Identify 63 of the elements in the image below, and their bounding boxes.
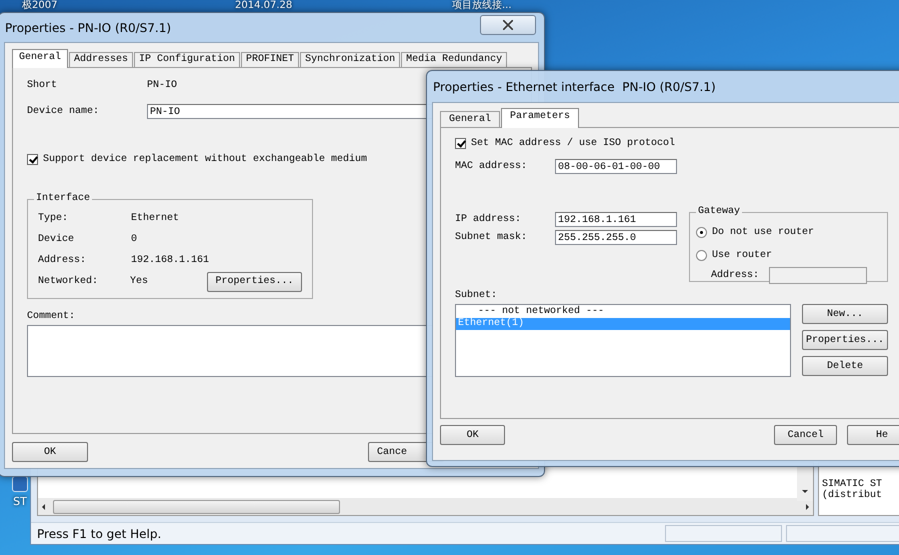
field-label: Comment: [27,311,76,322]
status-text: Press F1 to get Help. [37,526,162,541]
tab[interactable]: Media Redundancy [401,52,508,67]
checkbox[interactable] [27,154,38,165]
field-value: Yes [130,276,149,287]
catalog-text: SIMATIC ST [822,479,884,490]
checkbox-label[interactable]: Support device replacement without exchangeable medium [43,154,368,165]
scroll-left-icon[interactable] [42,504,45,510]
field-label: Address: [711,270,760,281]
desktop-label[interactable]: 极2007 [22,0,58,11]
help-button[interactable]: He [846,425,899,445]
desktop-label[interactable]: 项目放线接... [452,0,512,11]
ok-button[interactable]: OK [12,442,88,462]
input-field[interactable]: 192.168.1.161 [555,212,677,227]
input-field[interactable]: 255.255.255.0 [555,230,677,245]
ok-button[interactable]: OK [440,425,506,445]
field-label: Address: [38,255,88,266]
input-field[interactable]: 08-00-06-01-00-00 [555,159,677,174]
new-button[interactable]: New... [802,304,888,324]
close-icon [503,20,513,30]
field-label: Subnet mask: [455,232,528,243]
properties-button[interactable]: Properties... [207,272,302,292]
cancel-button[interactable]: Cancel [774,425,837,445]
radio-button[interactable] [696,227,707,238]
catalog-text: (distribut [822,490,884,502]
list-item[interactable]: --- not networked --- [456,306,790,318]
tab[interactable]: Synchronization [300,52,400,67]
properties-button[interactable]: Properties... [802,330,888,350]
field-label: Networked: [38,276,100,287]
scroll-down-icon[interactable] [802,490,808,493]
tab[interactable]: General [440,111,500,127]
tab[interactable]: PROFINET [241,52,300,67]
window-title: Properties - Ethernet interface PN-IO (R0/S7.1) [433,80,716,94]
field-value: 192.168.1.161 [131,255,209,266]
scroll-thumb[interactable] [53,500,340,514]
window-title: Properties - PN-IO (R0/S7.1) [5,20,172,34]
tab[interactable]: Addresses [69,52,134,67]
field-value: 0 [131,234,138,245]
horizontal-scrollbar[interactable] [38,498,813,516]
field-value: Ethernet [131,213,180,224]
shortcut-icon[interactable] [12,476,28,492]
checkbox[interactable] [455,138,466,149]
tab[interactable]: Parameters [501,108,580,128]
field-label: Type: [38,213,70,224]
checkbox-label[interactable]: Set MAC address / use ISO protocol [471,138,676,149]
field-label: Device name: [27,106,100,116]
scroll-right-icon[interactable] [806,504,809,510]
delete-button[interactable]: Delete [802,356,888,376]
field-label: MAC address: [455,161,528,172]
desktop-label[interactable]: 2014.07.28 [235,0,292,11]
radio-button[interactable] [696,250,707,261]
radio-label[interactable]: Do not use router [712,227,814,238]
field-label: Device [38,234,76,245]
tab[interactable]: IP Configuration [134,52,240,67]
field-value: PN-IO [147,80,178,90]
field-label: Subnet: [455,290,498,301]
group-title: Gateway [696,206,742,217]
field-label: IP address: [455,214,522,225]
close-button[interactable] [480,15,536,35]
field-label: Short [27,80,58,90]
radio-label[interactable]: Use router [712,250,772,261]
subnet-list[interactable]: --- not networked --- Ethernet(1) [455,304,791,377]
tab[interactable]: General [12,49,68,68]
